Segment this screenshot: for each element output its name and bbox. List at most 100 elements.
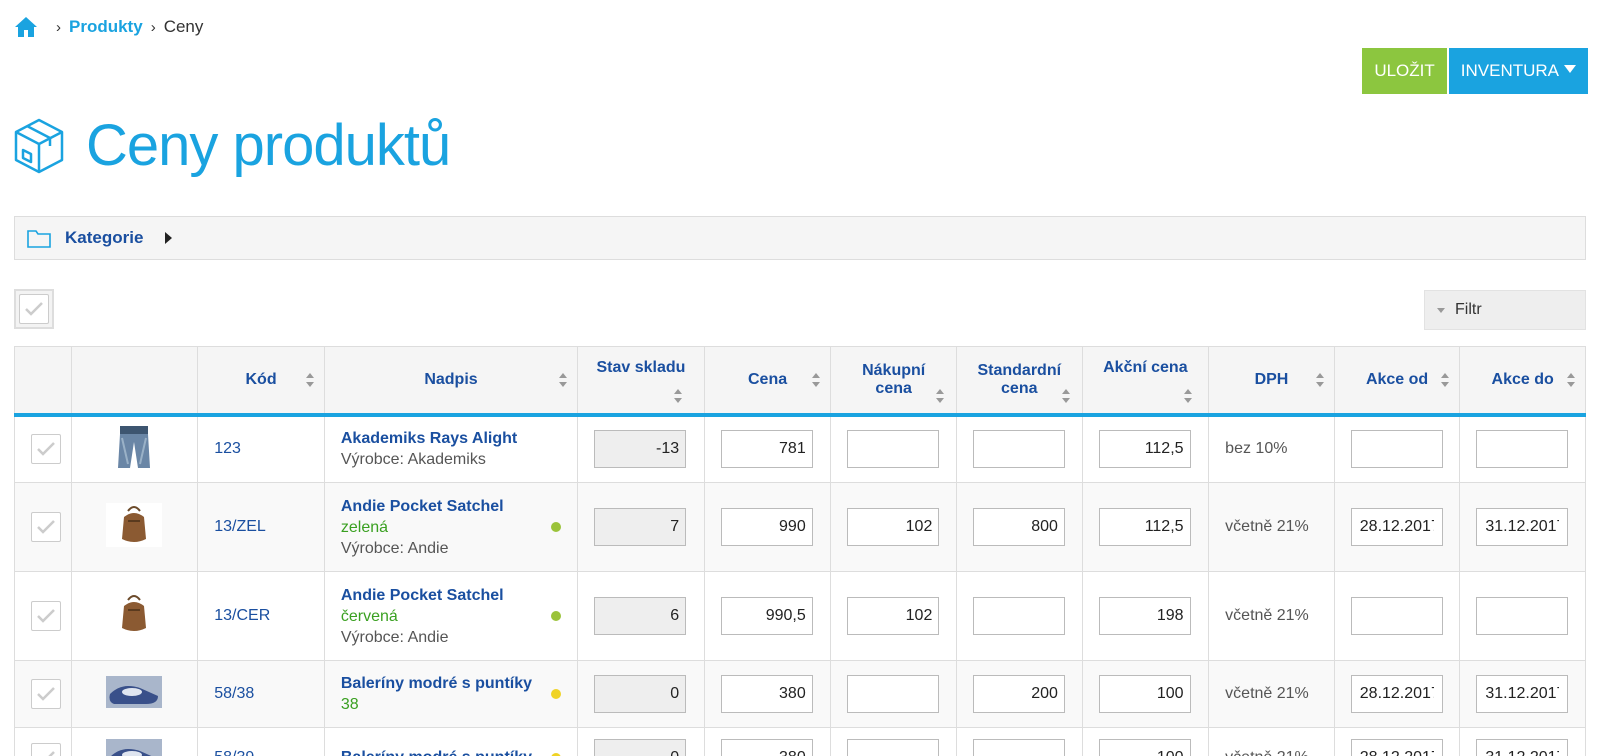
standard-price-input[interactable] <box>972 430 1065 469</box>
product-manufacturer: Výrobce: Andie <box>340 628 449 646</box>
stock-cell <box>577 727 705 756</box>
sale-from-input[interactable] <box>1350 430 1443 469</box>
sale-to-input[interactable] <box>1476 675 1569 713</box>
row-checkbox-cell[interactable] <box>14 414 72 483</box>
header-code-label: Kód <box>245 370 277 388</box>
filter-toggle[interactable]: Filtr <box>1424 290 1586 330</box>
sale-price-input[interactable] <box>1098 508 1191 546</box>
product-name-link[interactable]: Andie Pocket Satchel <box>341 585 577 606</box>
table-row: 58/39 Baleríny modré s puntíky včetně 21% <box>14 727 1586 756</box>
sale-from-input[interactable] <box>1350 675 1443 713</box>
vat-value: včetně 21% <box>1208 660 1335 728</box>
product-manufacturer: Výrobce: Andie <box>340 539 449 557</box>
product-name-cell: Andie Pocket Satchel červená Výrobce: Andi… <box>323 571 579 661</box>
sale-from-input[interactable] <box>1350 508 1443 546</box>
inventory-dropdown-button[interactable]: INVENTURA <box>1448 48 1588 94</box>
caret-right-icon <box>165 232 173 244</box>
standard-price-cell <box>955 482 1083 572</box>
home-icon[interactable] <box>14 15 38 39</box>
sale-to-input[interactable] <box>1476 597 1569 635</box>
purchase-price-input[interactable] <box>847 675 940 713</box>
check-icon <box>25 302 43 316</box>
product-code-link[interactable]: 58/39 <box>197 727 325 756</box>
row-checkbox-cell[interactable] <box>14 727 72 756</box>
breadcrumb: › Produkty › Ceny <box>14 14 203 40</box>
save-button[interactable]: ULOŽIT <box>1362 48 1447 94</box>
header-standard[interactable]: Standardní cena <box>955 346 1083 417</box>
table-row: 13/CER Andie Pocket Satchel červená Výrobce… <box>14 571 1586 661</box>
price-input[interactable] <box>720 675 813 713</box>
purchase-price-input[interactable] <box>847 597 940 635</box>
header-image <box>70 346 199 417</box>
category-bar[interactable]: Kategorie <box>14 216 1586 260</box>
header-price-label: Cena <box>747 370 788 388</box>
sale-price-input[interactable] <box>1098 430 1191 469</box>
price-table: Kód Nadpis Stav skladu Cena Nákupní cena … <box>14 346 1586 756</box>
header-sale[interactable]: Akční cena <box>1081 346 1210 417</box>
product-name-link[interactable]: Andie Pocket Satchel <box>341 496 577 517</box>
header-to[interactable]: Akce do <box>1459 346 1586 417</box>
header-code[interactable]: Kód <box>197 346 325 417</box>
product-variant: 38 <box>340 696 359 713</box>
product-name-cell: Baleríny modré s puntíky <box>323 727 579 756</box>
folder-icon <box>27 230 51 248</box>
breadcrumb-separator: › <box>150 18 156 36</box>
purchase-price-input[interactable] <box>847 430 940 469</box>
table-row: 13/ZEL Andie Pocket Satchel zelená Výrobce:… <box>14 482 1586 572</box>
standard-price-input[interactable] <box>972 597 1065 635</box>
standard-price-cell <box>955 414 1083 483</box>
row-checkbox-cell[interactable] <box>14 571 72 661</box>
header-price[interactable]: Cena <box>703 346 832 417</box>
checkmark-box <box>31 512 61 542</box>
box-icon <box>14 118 64 173</box>
header-purchase[interactable]: Nákupní cena <box>830 346 957 417</box>
row-checkbox-cell[interactable] <box>14 660 72 728</box>
product-code-link[interactable]: 123 <box>197 414 325 483</box>
purchase-price-cell <box>830 660 957 728</box>
header-name[interactable]: Nadpis <box>323 346 579 417</box>
header-from[interactable]: Akce od <box>1333 346 1461 417</box>
standard-price-input[interactable] <box>972 508 1065 546</box>
standard-price-cell <box>955 727 1083 756</box>
price-input[interactable] <box>720 430 813 469</box>
stock-field <box>594 508 687 546</box>
sale-price-input[interactable] <box>1098 738 1191 756</box>
price-input[interactable] <box>720 597 813 635</box>
check-icon <box>37 687 55 701</box>
select-all-checkbox[interactable] <box>14 289 54 329</box>
header-vat-label: DPH <box>1254 370 1289 388</box>
row-checkbox-cell[interactable] <box>14 482 72 572</box>
sale-price-cell <box>1081 660 1210 728</box>
filter-label: Filtr <box>1455 301 1482 318</box>
standard-price-input[interactable] <box>972 738 1065 756</box>
stock-field <box>594 738 687 756</box>
product-name-link[interactable]: Baleríny modré s puntíky <box>341 747 577 756</box>
sale-from-input[interactable] <box>1350 597 1443 635</box>
standard-price-input[interactable] <box>972 675 1065 713</box>
toolbar: ULOŽIT INVENTURA <box>1362 48 1588 94</box>
purchase-price-input[interactable] <box>847 738 940 756</box>
product-manufacturer: Výrobce: Akademiks <box>340 451 486 469</box>
page-header: Ceny produktů <box>12 112 451 179</box>
breadcrumb-produkty-link[interactable]: Produkty <box>69 17 143 37</box>
product-code-link[interactable]: 58/38 <box>197 660 325 728</box>
product-name-link[interactable]: Akademiks Rays Alight <box>341 428 577 449</box>
product-name-cell: Akademiks Rays Alight Výrobce: Akademiks <box>323 414 579 483</box>
sort-icon <box>812 372 821 387</box>
sale-from-cell <box>1333 571 1461 661</box>
sale-from-input[interactable] <box>1350 738 1443 756</box>
sale-to-input[interactable] <box>1476 508 1569 546</box>
product-code-link[interactable]: 13/CER <box>197 571 325 661</box>
product-name-link[interactable]: Baleríny modré s puntíky <box>341 673 577 694</box>
sale-price-input[interactable] <box>1098 597 1191 635</box>
header-vat[interactable]: DPH <box>1208 346 1335 417</box>
price-input[interactable] <box>720 508 813 546</box>
sale-to-input[interactable] <box>1476 430 1569 469</box>
sale-price-input[interactable] <box>1098 675 1191 713</box>
product-code-link[interactable]: 13/ZEL <box>197 482 325 572</box>
purchase-price-input[interactable] <box>847 508 940 546</box>
sale-to-input[interactable] <box>1476 738 1569 756</box>
price-input[interactable] <box>720 738 813 756</box>
sort-icon <box>1061 388 1070 403</box>
header-stock[interactable]: Stav skladu <box>577 346 705 417</box>
